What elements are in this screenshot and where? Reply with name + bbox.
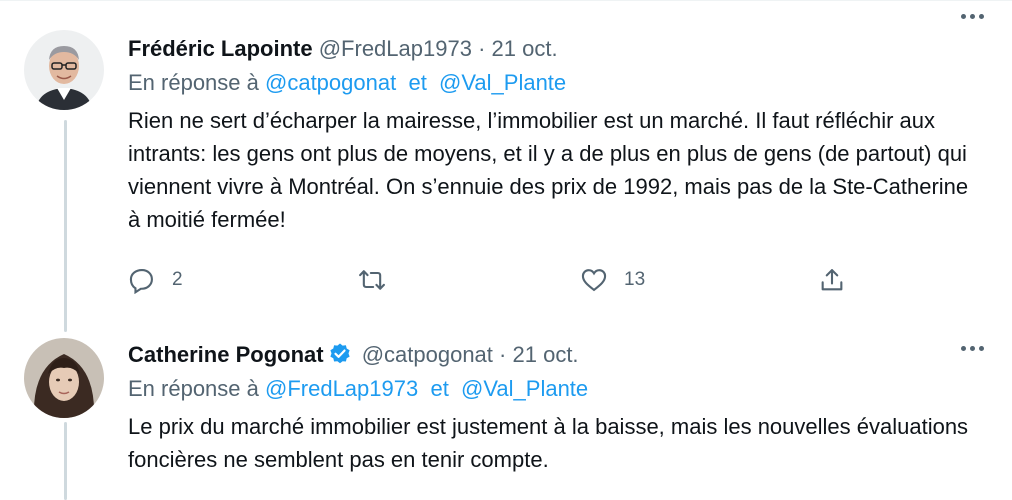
author-handle[interactable]: @catpogonat	[362, 342, 493, 367]
reply-prefix: En réponse à	[128, 70, 259, 95]
separator: ·	[499, 342, 507, 367]
tweet-header: Frédéric Lapointe @FredLap1973 · 21 oct.	[128, 34, 972, 64]
like-icon	[581, 269, 607, 292]
separator: ·	[478, 36, 486, 61]
tweet-actions: 2 13	[128, 266, 858, 302]
mention-link[interactable]: @catpogonat	[265, 70, 396, 95]
retweet-icon	[359, 270, 385, 290]
tweet-content: Catherine Pogonat @catpogonat · 21 oct. …	[128, 340, 972, 476]
like-button[interactable]: 13	[580, 266, 645, 294]
reply-conjunction: et	[430, 376, 449, 401]
thread-line	[64, 422, 67, 500]
mention-link[interactable]: @Val_Plante	[439, 70, 566, 95]
avatar-catherine[interactable]	[24, 338, 104, 418]
tweet-text: Le prix du marché immobilier est justeme…	[128, 414, 969, 472]
tweet-text: Rien ne sert d’écharper la mairesse, l’i…	[128, 108, 969, 232]
author-handle[interactable]: @FredLap1973	[319, 36, 472, 61]
more-icon[interactable]	[961, 14, 984, 19]
verified-badge-icon	[329, 343, 350, 364]
like-count: 13	[624, 269, 646, 290]
mention-link[interactable]: @Val_Plante	[461, 376, 588, 401]
share-icon	[821, 269, 843, 291]
tweet-header: Catherine Pogonat @catpogonat · 21 oct.	[128, 340, 972, 370]
reply-icon	[129, 269, 153, 294]
reply-context: En réponse à @catpogonat et @Val_Plante	[128, 68, 972, 98]
tweet-date[interactable]: 21 oct.	[492, 36, 558, 61]
reply-button[interactable]: 2	[128, 266, 183, 294]
share-button[interactable]	[818, 266, 846, 294]
tweet-date[interactable]: 21 oct.	[513, 342, 579, 367]
reply-context: En réponse à @FredLap1973 et @Val_Plante	[128, 374, 972, 404]
reply-prefix: En réponse à	[128, 376, 259, 401]
reply-count: 2	[172, 269, 183, 290]
retweet-button[interactable]	[358, 266, 386, 294]
top-divider	[0, 0, 1012, 1]
tweet-content: Frédéric Lapointe @FredLap1973 · 21 oct.…	[128, 34, 972, 236]
author-name[interactable]: Frédéric Lapointe	[128, 36, 313, 61]
thread-line	[64, 120, 67, 332]
avatar-frederic[interactable]	[24, 30, 104, 110]
mention-link[interactable]: @FredLap1973	[265, 376, 418, 401]
reply-conjunction: et	[408, 70, 427, 95]
more-icon[interactable]	[961, 346, 984, 351]
author-name[interactable]: Catherine Pogonat	[128, 342, 324, 367]
